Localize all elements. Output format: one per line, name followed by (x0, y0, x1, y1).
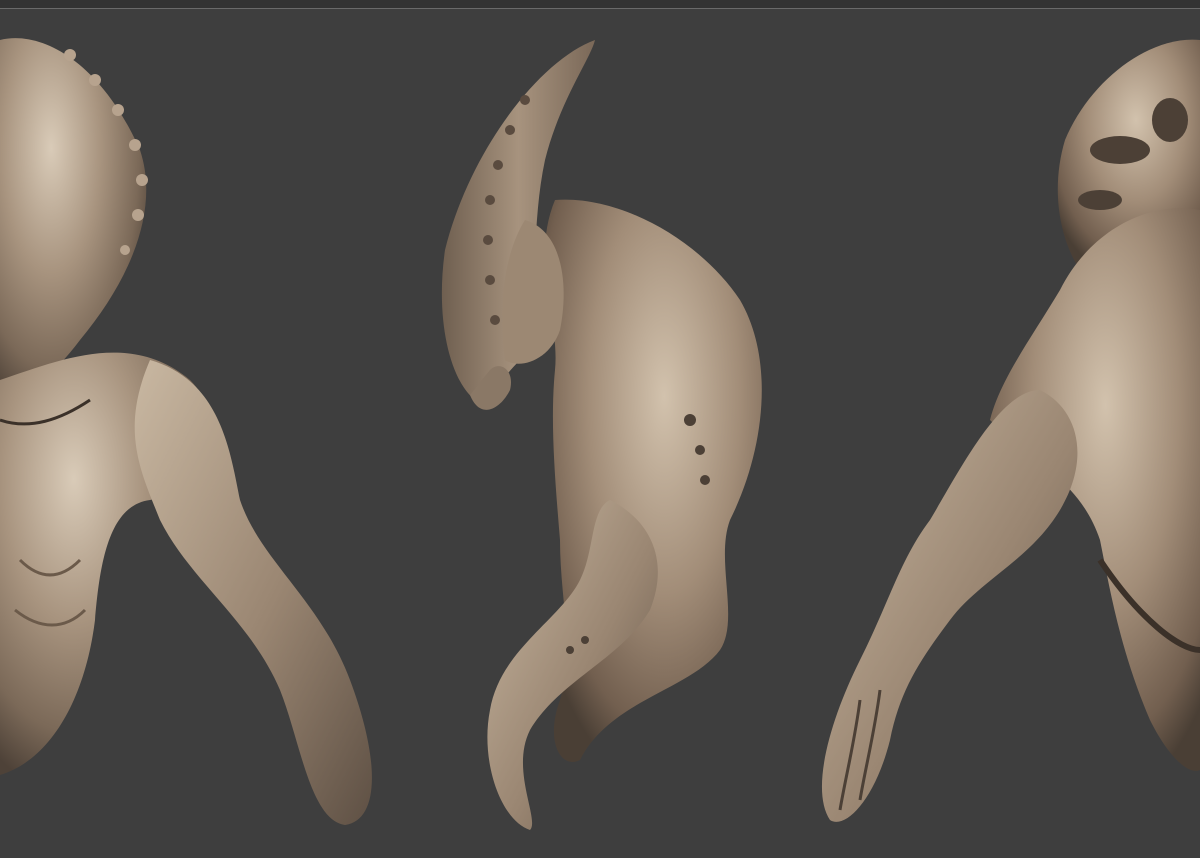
front-head-crest (0, 38, 147, 405)
3d-viewport[interactable] (0, 0, 1200, 858)
back-arm (821, 390, 1078, 822)
front-arm (134, 360, 372, 825)
side-view (441, 40, 762, 830)
back-view (821, 39, 1200, 822)
front-view (0, 38, 372, 825)
sculpt-render[interactable] (0, 0, 1200, 858)
